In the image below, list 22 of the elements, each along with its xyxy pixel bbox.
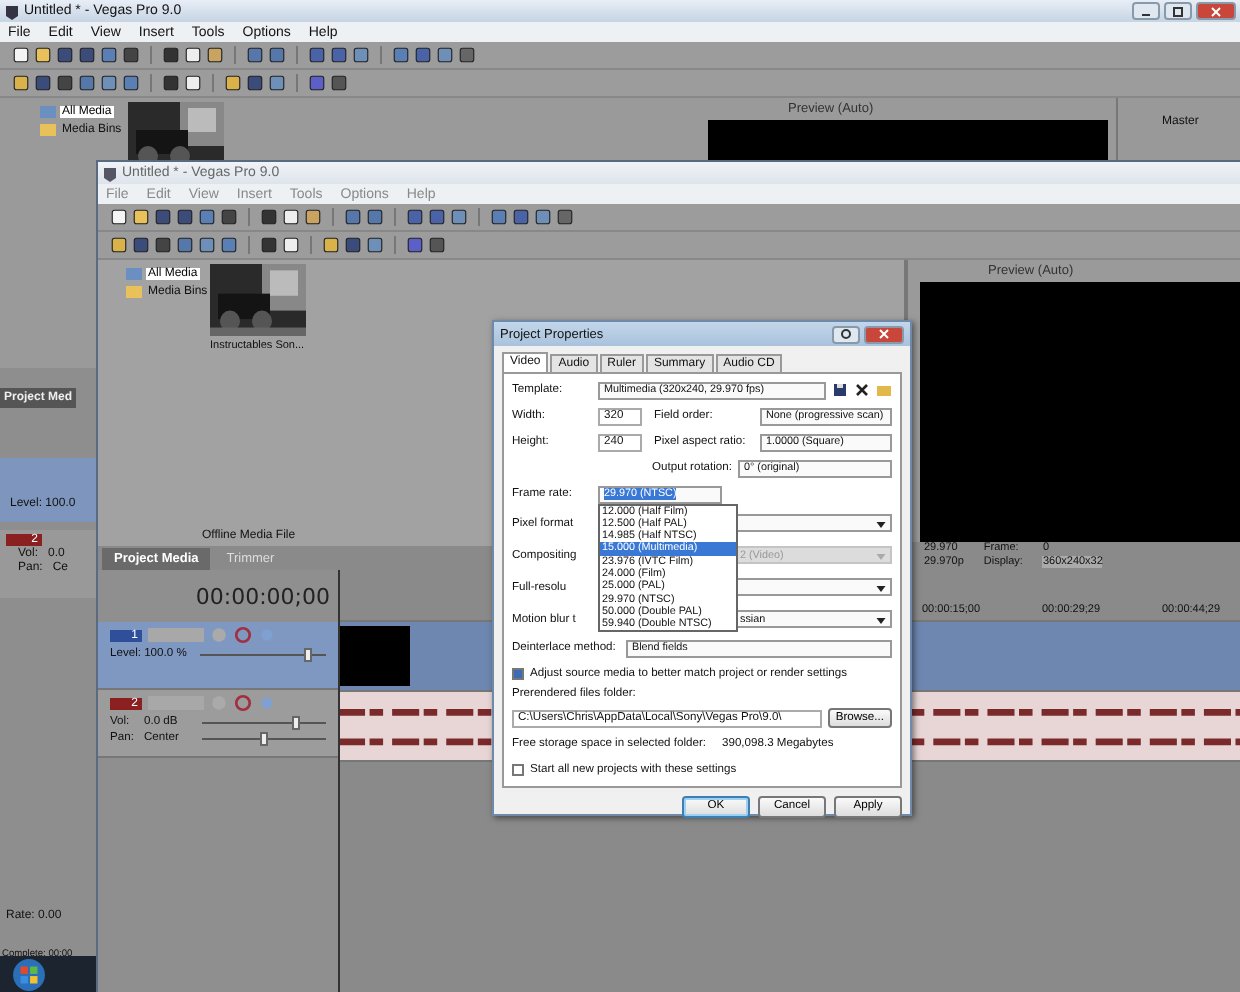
start-button[interactable] (12, 957, 46, 991)
close-icon (876, 328, 892, 340)
solo-icon[interactable] (234, 694, 252, 712)
close-button[interactable] (864, 325, 904, 343)
save-icon[interactable] (832, 382, 848, 398)
media-icon (126, 266, 142, 282)
maximize-icon (1170, 5, 1186, 17)
media-icon (40, 104, 56, 120)
track-name-field[interactable] (148, 628, 204, 642)
dropdown-arrow-icon (876, 617, 886, 623)
checkbox[interactable] (512, 668, 524, 680)
video-clip[interactable] (338, 626, 410, 686)
help-button[interactable] (832, 325, 860, 343)
close-button[interactable] (1196, 2, 1236, 20)
dropdown-arrow-icon (876, 521, 886, 527)
delete-icon[interactable] (854, 382, 870, 398)
timecode: 00:00:00;00 (195, 583, 330, 609)
dropdown-arrow-icon (876, 585, 886, 591)
maximize-button[interactable] (1164, 2, 1192, 20)
minimize-button[interactable] (1132, 2, 1160, 20)
checkbox[interactable] (512, 764, 524, 776)
close-icon (1208, 5, 1224, 17)
